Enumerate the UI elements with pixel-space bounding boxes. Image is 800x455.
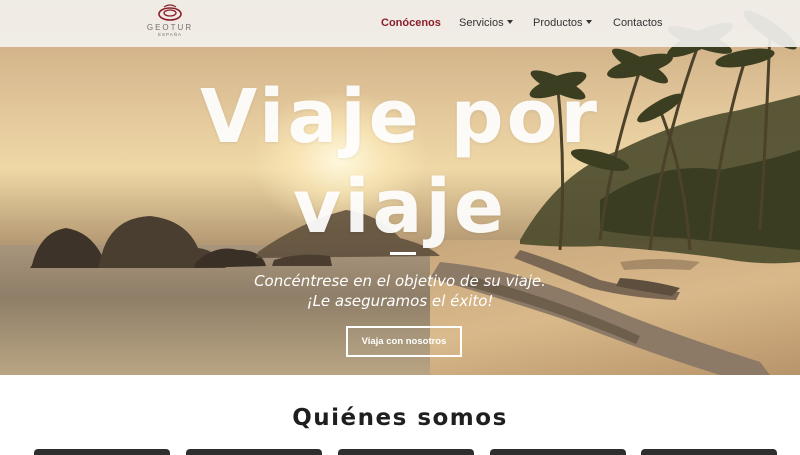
brand-subtitle: ESPAÑA: [158, 32, 182, 37]
hero-headline-line1: Viaje por: [200, 74, 600, 160]
cta-button[interactable]: Viaja con nosotros: [346, 326, 462, 357]
about-card[interactable]: [338, 449, 474, 455]
caret-down-icon: [585, 20, 592, 24]
about-card[interactable]: [490, 449, 626, 455]
brand-name: GEOTUR: [146, 23, 194, 32]
about-card[interactable]: [641, 449, 777, 455]
caret-down-icon: [506, 20, 513, 24]
nav-item-label: Conócenos: [381, 17, 441, 29]
nav-item-servicios[interactable]: Servicios: [459, 17, 513, 29]
hero-divider: [390, 252, 416, 255]
nav-item-label: Servicios: [459, 17, 504, 29]
top-navbar: GEOTUR ESPAÑA Conócenos Servicios Produc…: [0, 0, 800, 47]
nav-item-conocenos[interactable]: Conócenos: [381, 17, 441, 29]
nav-item-contactos[interactable]: Contactos: [613, 17, 663, 29]
logo-swirl-icon: [158, 4, 182, 21]
hero-tagline-line2: ¡Le aseguramos el éxito!: [306, 292, 494, 310]
section-title-about: Quiénes somos: [292, 405, 508, 431]
brand-logo[interactable]: GEOTUR ESPAÑA: [142, 4, 198, 44]
about-card[interactable]: [186, 449, 322, 455]
nav-item-label: Productos: [533, 17, 583, 29]
about-card[interactable]: [34, 449, 170, 455]
hero-tagline-line1: Concéntrese en el objetivo de su viaje.: [254, 272, 546, 290]
nav-item-label: Contactos: [613, 17, 663, 29]
nav-item-productos[interactable]: Productos: [533, 17, 592, 29]
hero-headline-line2: viaje: [292, 164, 508, 250]
